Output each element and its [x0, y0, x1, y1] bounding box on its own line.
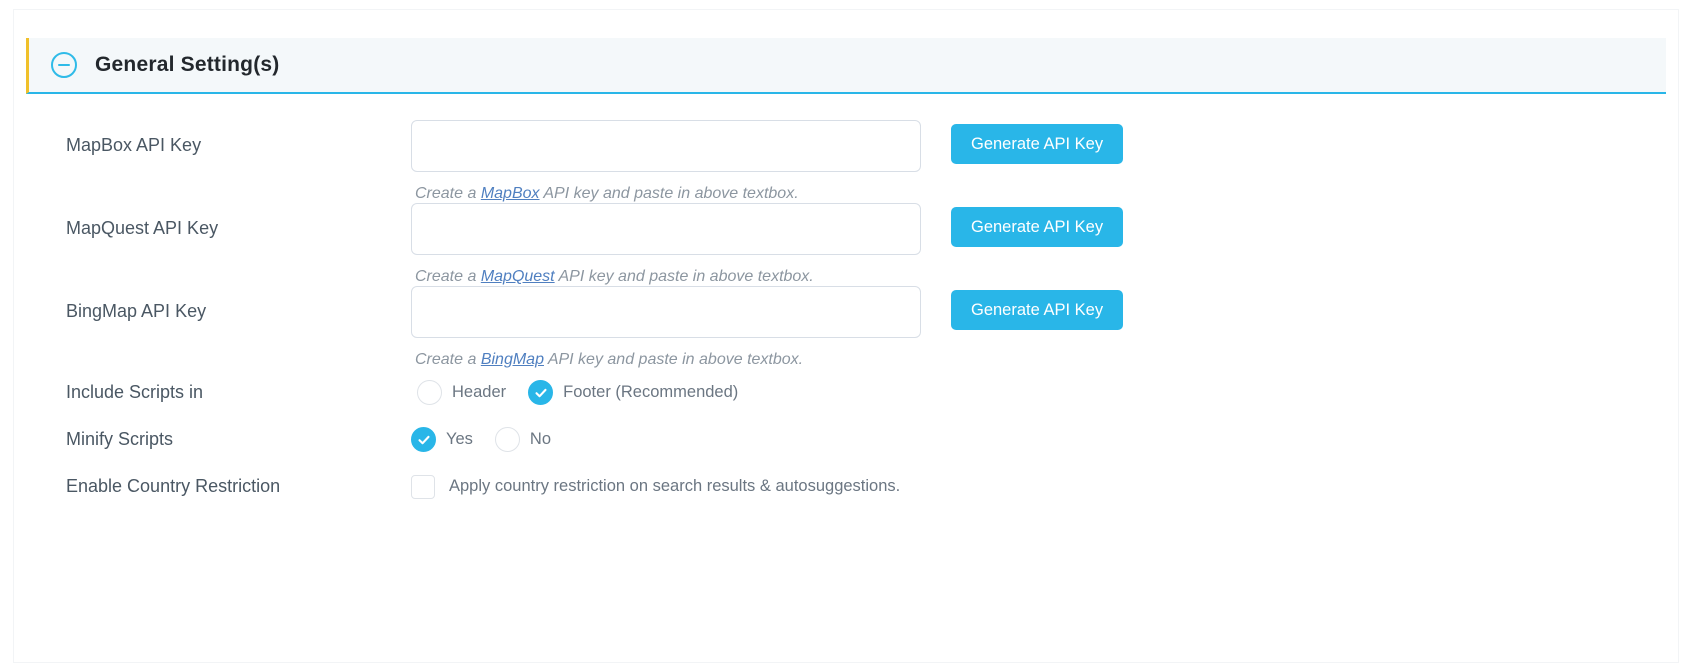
general-settings-header[interactable]: General Setting(s)	[26, 38, 1666, 94]
control-mapbox: Create a MapBox API key and paste in abo…	[411, 120, 921, 203]
field-row-bingmap: BingMap API Key Create a BingMap API key…	[14, 286, 1678, 369]
check-icon	[535, 388, 547, 397]
field-row-mapquest: MapQuest API Key Create a MapQuest API k…	[14, 203, 1678, 286]
btn-wrap-mapbox: Generate API Key	[921, 120, 1124, 164]
generate-api-key-button-mapbox[interactable]: Generate API Key	[951, 124, 1124, 164]
control-include-scripts: Header Footer (Recommended)	[411, 380, 738, 405]
control-minify-scripts: Yes No	[411, 427, 551, 452]
help-suffix-bingmap: API key and paste in above textbox.	[543, 351, 804, 368]
label-mapbox-api-key: MapBox API Key	[66, 135, 202, 155]
minus-bar	[58, 64, 70, 66]
checkbox-option-country-restriction[interactable]: Apply country restriction on search resu…	[411, 474, 901, 499]
generate-api-key-button-mapquest[interactable]: Generate API Key	[951, 207, 1124, 247]
settings-panel: General Setting(s) MapBox API Key Create…	[14, 10, 1678, 662]
check-icon	[417, 435, 430, 444]
radio-label-no: No	[529, 430, 552, 448]
btn-wrap-bingmap: Generate API Key	[921, 286, 1124, 330]
mapquest-api-key-input[interactable]	[411, 203, 921, 255]
radio-option-header[interactable]: Header	[417, 380, 506, 405]
help-suffix-mapquest: API key and paste in above textbox.	[554, 268, 814, 285]
field-row-minify-scripts: Minify Scripts Yes No	[14, 416, 1678, 463]
label-include-scripts-in: Include Scripts in	[66, 381, 204, 402]
field-row-country-restriction: Enable Country Restriction Apply country…	[14, 463, 1678, 510]
label-enable-country-restriction: Enable Country Restriction	[66, 475, 281, 496]
radio-circle-no[interactable]	[494, 427, 520, 452]
help-prefix-mapbox: Create a	[415, 185, 481, 202]
control-country-restriction: Apply country restriction on search resu…	[411, 474, 901, 499]
minus-circle-icon[interactable]	[51, 52, 77, 78]
label-minify-scripts: Minify Scripts	[66, 428, 174, 449]
help-prefix-bingmap: Create a	[415, 351, 481, 368]
page-title: General Setting(s)	[95, 53, 280, 76]
control-bingmap: Create a BingMap API key and paste in ab…	[411, 286, 921, 369]
bingmap-link[interactable]: BingMap	[481, 351, 544, 368]
btn-wrap-mapquest: Generate API Key	[921, 203, 1124, 247]
field-row-include-scripts: Include Scripts in Header Footer (Recomm…	[14, 369, 1678, 416]
bingmap-api-key-input[interactable]	[411, 286, 921, 338]
mapbox-api-key-input[interactable]	[411, 120, 921, 172]
settings-page: General Setting(s) MapBox API Key Create…	[0, 0, 1692, 669]
mapquest-link[interactable]: MapQuest	[481, 268, 555, 285]
settings-form: MapBox API Key Create a MapBox API key a…	[14, 94, 1678, 510]
help-prefix-mapquest: Create a	[415, 268, 481, 285]
radio-label-header: Header	[452, 383, 507, 401]
mapbox-link[interactable]: MapBox	[481, 185, 540, 202]
control-mapquest: Create a MapQuest API key and paste in a…	[411, 203, 921, 286]
radio-label-yes: Yes	[446, 430, 473, 448]
field-row-mapbox: MapBox API Key Create a MapBox API key a…	[14, 120, 1678, 203]
country-restriction-checkbox[interactable]	[411, 474, 435, 499]
radio-option-no[interactable]: No	[494, 427, 552, 452]
help-suffix-mapbox: API key and paste in above textbox.	[539, 185, 799, 202]
country-restriction-checkbox-label: Apply country restriction on search resu…	[449, 477, 901, 495]
radio-option-footer[interactable]: Footer (Recommended)	[528, 380, 738, 405]
radio-circle-header[interactable]	[417, 380, 442, 405]
label-mapquest-api-key: MapQuest API Key	[66, 218, 219, 238]
radio-option-yes[interactable]: Yes	[411, 427, 473, 452]
help-text-bingmap: Create a BingMap API key and paste in ab…	[415, 351, 921, 369]
radio-circle-yes[interactable]	[411, 427, 436, 452]
help-text-mapquest: Create a MapQuest API key and paste in a…	[415, 268, 921, 286]
radio-label-footer: Footer (Recommended)	[563, 383, 739, 401]
generate-api-key-button-bingmap[interactable]: Generate API Key	[951, 290, 1124, 330]
radio-circle-footer[interactable]	[528, 380, 554, 405]
label-bingmap-api-key: BingMap API Key	[66, 301, 207, 321]
help-text-mapbox: Create a MapBox API key and paste in abo…	[415, 185, 921, 203]
